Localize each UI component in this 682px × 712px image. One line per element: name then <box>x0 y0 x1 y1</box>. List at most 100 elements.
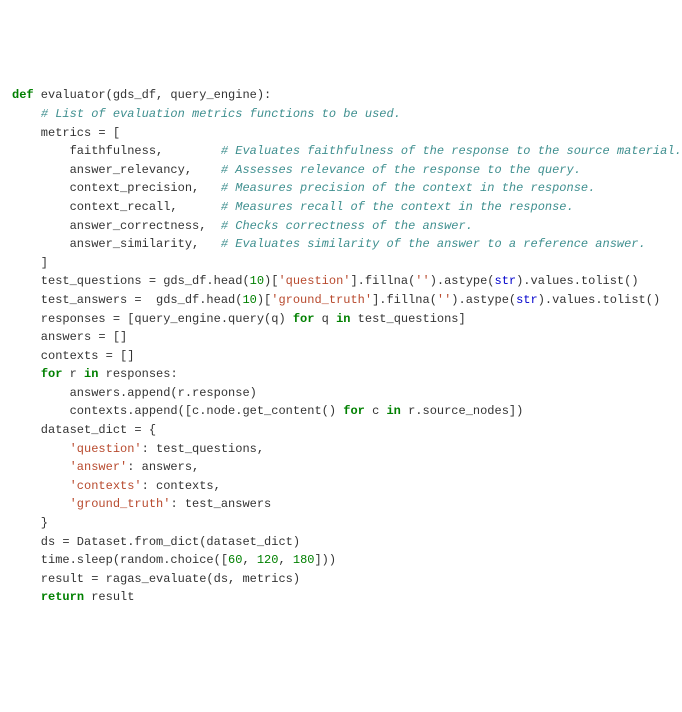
code-line: faithfulness, # Evaluates faithfulness o… <box>12 142 670 161</box>
code-line: context_precision, # Measures precision … <box>12 179 670 198</box>
code-line: for r in responses: <box>12 365 670 384</box>
code-token: contexts.append([c.node.get_content() <box>12 404 343 418</box>
code-token: context_precision, <box>12 181 221 195</box>
code-token: 'answer' <box>70 460 128 474</box>
code-line: answers.append(r.response) <box>12 384 670 403</box>
code-line: answers = [] <box>12 328 670 347</box>
code-token: ds = Dataset.from_dict(dataset_dict) <box>12 535 300 549</box>
code-line: result = ragas_evaluate(ds, metrics) <box>12 570 670 589</box>
code-token: responses = [query_engine.query(q) <box>12 312 293 326</box>
code-token: , <box>242 553 256 567</box>
code-token: ).values.tolist() <box>538 293 660 307</box>
code-token: # List of evaluation metrics functions t… <box>41 107 401 121</box>
code-token: : contexts, <box>142 479 221 493</box>
code-token: 'contexts' <box>70 479 142 493</box>
code-token: time.sleep(random.choice([ <box>12 553 228 567</box>
code-token: in <box>336 312 350 326</box>
code-line: ds = Dataset.from_dict(dataset_dict) <box>12 533 670 552</box>
code-token: ].fillna( <box>350 274 415 288</box>
code-token: , <box>278 553 292 567</box>
code-line: answer_relevancy, # Assesses relevance o… <box>12 161 670 180</box>
code-token: ].fillna( <box>372 293 437 307</box>
code-token: contexts = [] <box>12 349 134 363</box>
code-token <box>12 460 70 474</box>
code-token: result <box>84 590 134 604</box>
code-token: 10 <box>250 274 264 288</box>
code-line: ] <box>12 254 670 273</box>
code-token: 10 <box>242 293 256 307</box>
code-token: faithfulness, <box>12 144 221 158</box>
code-line: test_answers = gds_df.head(10)['ground_t… <box>12 291 670 310</box>
code-token <box>12 367 41 381</box>
code-line: time.sleep(random.choice([60, 120, 180])… <box>12 551 670 570</box>
code-token: str <box>495 274 517 288</box>
code-token: # Assesses relevance of the response to … <box>221 163 581 177</box>
code-token: answer_relevancy, <box>12 163 221 177</box>
code-token: result = ragas_evaluate(ds, metrics) <box>12 572 300 586</box>
code-token: 'question' <box>278 274 350 288</box>
code-token: '' <box>415 274 429 288</box>
code-token: test_answers = gds_df.head( <box>12 293 242 307</box>
code-line: metrics = [ <box>12 124 670 143</box>
code-line: def evaluator(gds_df, query_engine): <box>12 86 670 105</box>
code-line: dataset_dict = { <box>12 421 670 440</box>
code-token: evaluator(gds_df, query_engine): <box>34 88 272 102</box>
code-line: } <box>12 514 670 533</box>
code-token: 120 <box>257 553 279 567</box>
code-token: : test_questions, <box>142 442 264 456</box>
code-token: for <box>41 367 63 381</box>
code-token <box>12 442 70 456</box>
code-line: return result <box>12 588 670 607</box>
code-token: r.source_nodes]) <box>401 404 523 418</box>
code-token: dataset_dict = { <box>12 423 156 437</box>
code-token: 60 <box>228 553 242 567</box>
code-token: for <box>293 312 315 326</box>
code-token: 'ground_truth' <box>271 293 372 307</box>
code-line: contexts = [] <box>12 347 670 366</box>
code-token: answer_correctness, <box>12 219 221 233</box>
code-line: 'answer': answers, <box>12 458 670 477</box>
code-token: # Evaluates similarity of the answer to … <box>221 237 646 251</box>
code-token: )[ <box>264 274 278 288</box>
code-token: 180 <box>293 553 315 567</box>
code-token: test_questions] <box>350 312 465 326</box>
code-token: answers.append(r.response) <box>12 386 257 400</box>
code-token: ] <box>12 256 48 270</box>
code-line: answer_correctness, # Checks correctness… <box>12 217 670 236</box>
code-token: answer_similarity, <box>12 237 221 251</box>
code-token: ).values.tolist() <box>516 274 638 288</box>
code-token <box>12 590 41 604</box>
code-token: test_questions = gds_df.head( <box>12 274 250 288</box>
code-token <box>12 107 41 121</box>
code-token: c <box>365 404 387 418</box>
code-token: 'question' <box>70 442 142 456</box>
code-token: metrics = [ <box>12 126 120 140</box>
code-line: test_questions = gds_df.head(10)['questi… <box>12 272 670 291</box>
code-token: '' <box>437 293 451 307</box>
code-token: r <box>62 367 84 381</box>
code-token: for <box>343 404 365 418</box>
code-line: # List of evaluation metrics functions t… <box>12 105 670 124</box>
code-token: responses: <box>98 367 177 381</box>
code-token: # Evaluates faithfulness of the response… <box>221 144 682 158</box>
code-token: context_recall, <box>12 200 221 214</box>
code-line: 'question': test_questions, <box>12 440 670 459</box>
code-token: q <box>314 312 336 326</box>
code-token: answers = [] <box>12 330 127 344</box>
code-token: ).astype( <box>451 293 516 307</box>
code-token: : answers, <box>127 460 199 474</box>
code-line: context_recall, # Measures recall of the… <box>12 198 670 217</box>
code-token: )[ <box>257 293 271 307</box>
code-line: contexts.append([c.node.get_content() fo… <box>12 402 670 421</box>
code-line: answer_similarity, # Evaluates similarit… <box>12 235 670 254</box>
code-token: } <box>12 516 48 530</box>
code-token: in <box>386 404 400 418</box>
code-line: responses = [query_engine.query(q) for q… <box>12 310 670 329</box>
code-token <box>12 497 70 511</box>
code-token: # Measures precision of the context in t… <box>221 181 595 195</box>
code-token: ).astype( <box>430 274 495 288</box>
code-token: : test_answers <box>170 497 271 511</box>
code-token: def <box>12 88 34 102</box>
code-token: str <box>516 293 538 307</box>
code-line: 'contexts': contexts, <box>12 477 670 496</box>
